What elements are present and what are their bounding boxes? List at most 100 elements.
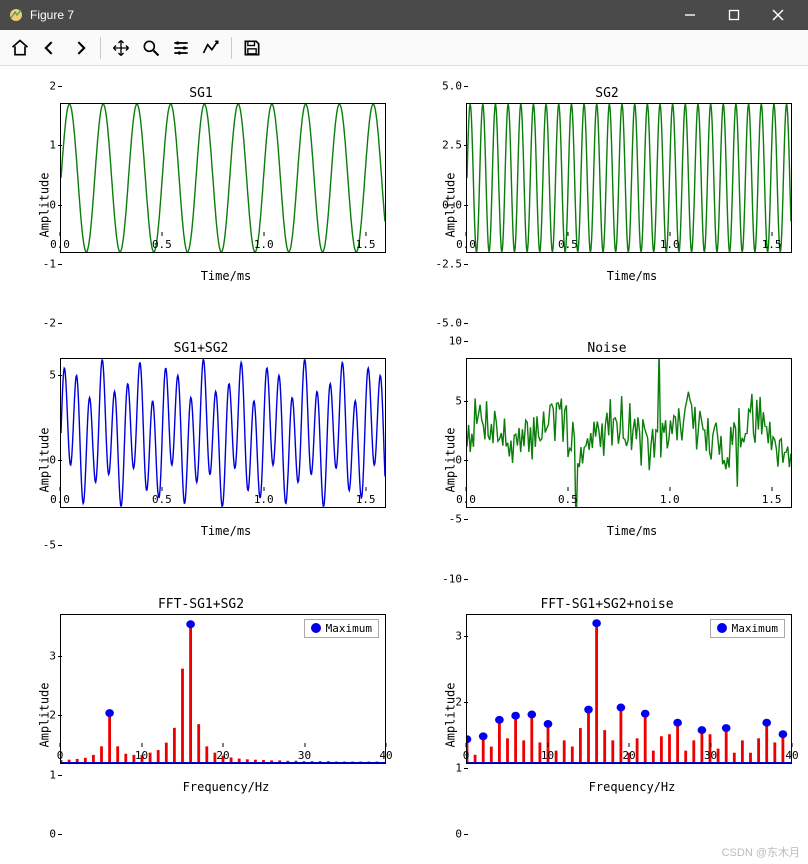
legend: Maximum: [710, 619, 785, 638]
x-tick: 0: [463, 749, 470, 762]
subplot-sum: SG1+SG2Amplitude-5050.00.51.01.5Time/ms: [10, 341, 392, 578]
plot-area[interactable]: [60, 103, 386, 253]
legend: Maximum: [304, 619, 379, 638]
x-tick: 30: [704, 749, 717, 762]
x-tick: 1.5: [762, 493, 782, 506]
x-tick: 1.0: [254, 238, 274, 251]
y-tick: 0: [455, 453, 462, 466]
legend-label: Maximum: [732, 622, 778, 635]
x-tick: 20: [216, 749, 229, 762]
pan-icon[interactable]: [107, 34, 135, 62]
x-tick: 10: [135, 749, 148, 762]
y-tick: 0: [49, 827, 56, 840]
y-tick: 2.5: [442, 139, 462, 152]
legend-marker-icon: [311, 623, 321, 633]
figure-canvas: SG1Amplitude-2-10120.00.51.01.5Time/msSG…: [0, 66, 808, 864]
home-icon[interactable]: [6, 34, 34, 62]
y-tick: 0: [455, 827, 462, 840]
watermark: CSDN @东木月: [722, 844, 800, 860]
y-tick: 2: [455, 696, 462, 709]
x-tick: 10: [541, 749, 554, 762]
plot-title: SG2: [416, 86, 798, 101]
y-tick: 5.0: [442, 80, 462, 93]
x-tick: 0.5: [558, 238, 578, 251]
x-tick: 1.0: [660, 493, 680, 506]
x-tick: 0.0: [50, 238, 70, 251]
matplotlib-toolbar: [0, 30, 808, 66]
x-tick: 1.5: [356, 493, 376, 506]
subplot-fft1: FFT-SG1+SG2Amplitude0123Maximum010203040…: [10, 597, 392, 834]
y-tick: 5: [455, 394, 462, 407]
x-tick: 0.0: [456, 493, 476, 506]
x-tick: 0.5: [152, 238, 172, 251]
y-tick: 1: [49, 768, 56, 781]
back-icon[interactable]: [36, 34, 64, 62]
window-title: Figure 7: [30, 8, 668, 22]
y-tick: 3: [455, 630, 462, 643]
legend-marker-icon: [717, 623, 727, 633]
y-tick: -2: [43, 317, 56, 330]
plot-area[interactable]: [60, 358, 386, 508]
y-tick: -2.5: [436, 257, 463, 270]
save-icon[interactable]: [238, 34, 266, 62]
x-axis-label: Time/ms: [60, 269, 392, 283]
plot-area[interactable]: Maximum: [60, 614, 386, 764]
plot-area[interactable]: Maximum: [466, 614, 792, 764]
y-tick: -5: [43, 538, 56, 551]
y-tick: 2: [49, 80, 56, 93]
x-tick: 1.0: [254, 493, 274, 506]
configure-icon[interactable]: [167, 34, 195, 62]
y-tick: 3: [49, 649, 56, 662]
y-tick: 1: [455, 762, 462, 775]
maximize-button[interactable]: [712, 0, 756, 30]
x-tick: 1.0: [660, 238, 680, 251]
plot-title: SG1+SG2: [10, 341, 392, 356]
y-tick: 1: [49, 139, 56, 152]
y-tick: 0.0: [442, 198, 462, 211]
x-tick: 30: [298, 749, 311, 762]
titlebar: Figure 7: [0, 0, 808, 30]
x-tick: 0: [57, 749, 64, 762]
x-tick: 1.5: [762, 238, 782, 251]
subplot-noise: NoiseAmplitude-10-505100.00.51.01.5Time/…: [416, 341, 798, 578]
subplot-fft2: FFT-SG1+SG2+noiseAmplitude0123Maximum010…: [416, 597, 798, 834]
plot-area[interactable]: [466, 358, 792, 508]
subplot-sg1: SG1Amplitude-2-10120.00.51.01.5Time/ms: [10, 86, 392, 323]
plot-title: SG1: [10, 86, 392, 101]
x-axis-label: Time/ms: [60, 524, 392, 538]
forward-icon[interactable]: [66, 34, 94, 62]
y-tick: 0: [49, 198, 56, 211]
y-tick: 5: [49, 369, 56, 382]
plot-title: Noise: [416, 341, 798, 356]
close-button[interactable]: [756, 0, 800, 30]
x-tick: 40: [785, 749, 798, 762]
figure-window: Figure 7 SG1Amplitude-2-10120.00.51.01.5…: [0, 0, 808, 864]
x-tick: 0.5: [558, 493, 578, 506]
edit-icon[interactable]: [197, 34, 225, 62]
x-tick: 1.5: [356, 238, 376, 251]
subplot-sg2: SG2Amplitude-5.0-2.50.02.55.00.00.51.01.…: [416, 86, 798, 323]
y-tick: 10: [449, 335, 462, 348]
y-tick: -5: [449, 513, 462, 526]
x-tick: 20: [622, 749, 635, 762]
plot-title: FFT-SG1+SG2+noise: [416, 597, 798, 612]
x-tick: 0.0: [50, 493, 70, 506]
x-tick: 0.0: [456, 238, 476, 251]
x-axis-label: Time/ms: [466, 269, 798, 283]
y-tick: 0: [49, 453, 56, 466]
plot-area[interactable]: [466, 103, 792, 253]
x-axis-label: Time/ms: [466, 524, 798, 538]
toolbar-separator: [231, 37, 232, 59]
x-axis-label: Frequency/Hz: [60, 780, 392, 794]
y-tick: -5.0: [436, 317, 463, 330]
y-tick: 2: [49, 709, 56, 722]
y-tick: -1: [43, 257, 56, 270]
y-tick: -10: [442, 572, 462, 585]
minimize-button[interactable]: [668, 0, 712, 30]
x-tick: 40: [379, 749, 392, 762]
app-icon: [8, 7, 24, 23]
zoom-icon[interactable]: [137, 34, 165, 62]
legend-label: Maximum: [326, 622, 372, 635]
x-tick: 0.5: [152, 493, 172, 506]
toolbar-separator: [100, 37, 101, 59]
